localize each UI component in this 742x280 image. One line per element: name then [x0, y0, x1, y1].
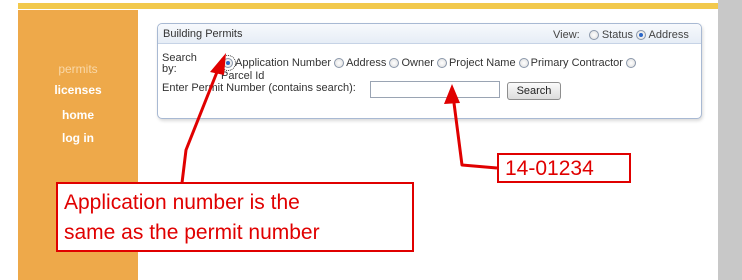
annotation-callout-example-permit: 14-01234: [497, 153, 631, 183]
annotation-text-line2: same as the permit number: [64, 221, 320, 244]
arrow-head-right: [444, 84, 460, 104]
arrow-to-application-number: [180, 71, 219, 184]
annotation-text-line1: Application number is the: [64, 191, 300, 214]
arrow-to-permit-input: [452, 102, 498, 170]
arrow-head-left: [210, 53, 226, 75]
annotation-callout-application-number: Application number is the same as the pe…: [56, 182, 414, 252]
annotation-example-permit-number: 14-01234: [505, 157, 594, 180]
